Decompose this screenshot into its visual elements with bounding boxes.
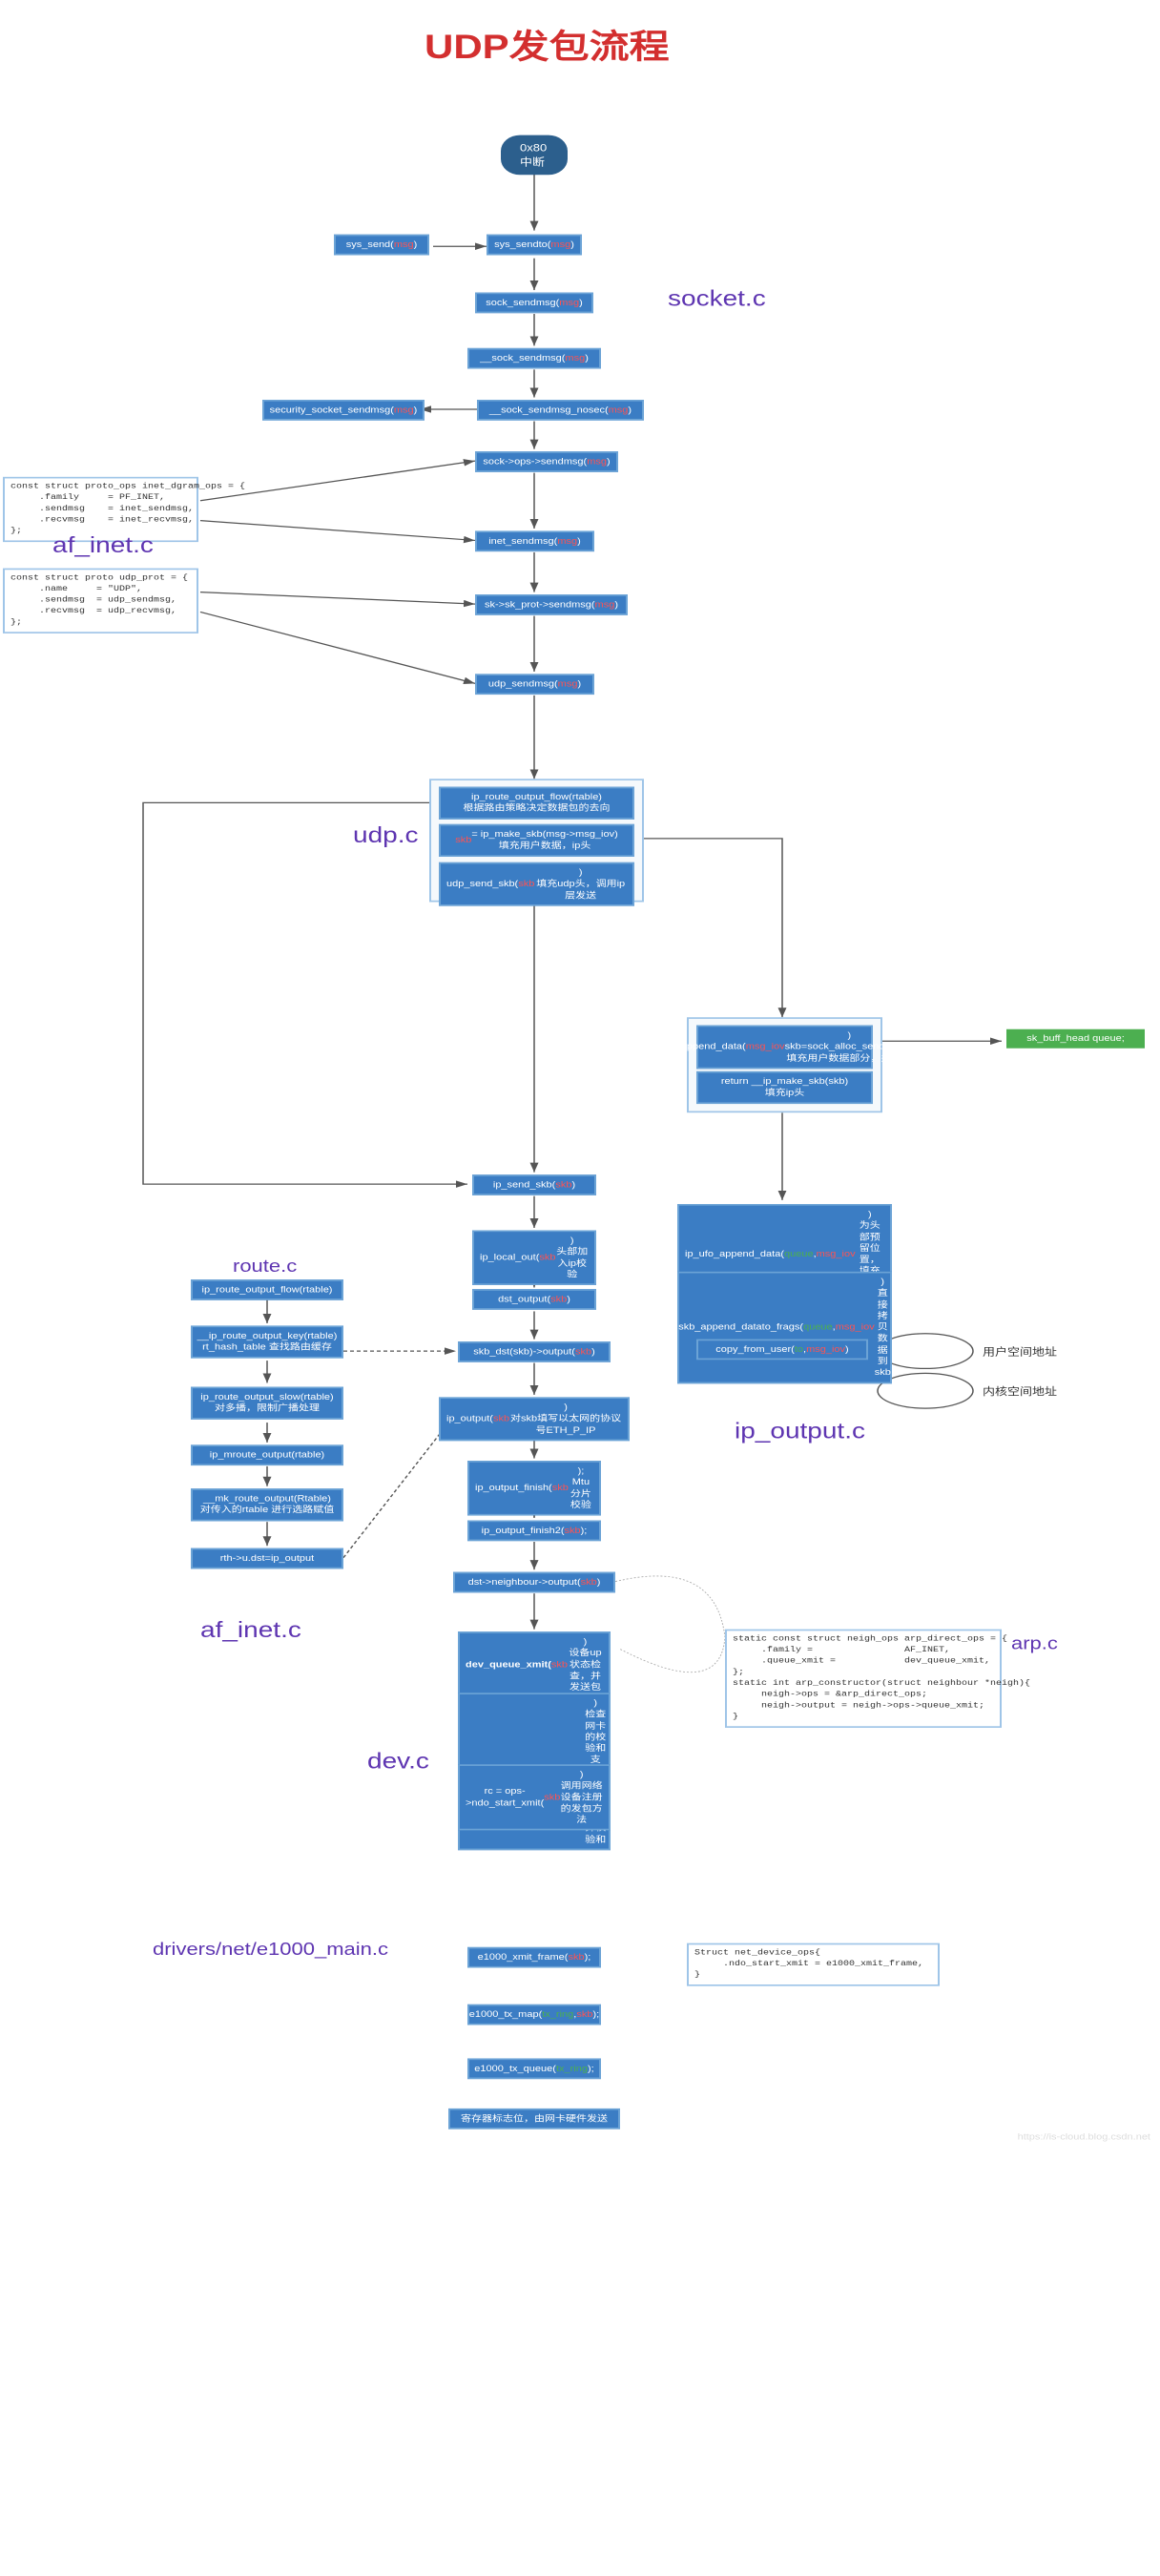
node-e1000-tx-map: e1000_tx_map(tx_ring,skb);: [467, 2005, 601, 2025]
node-e1000-xmit: e1000_xmit_frame(skb);: [467, 1947, 601, 1968]
code-net-device: Struct net_device_ops{ .ndo_start_xmit =…: [687, 1943, 940, 1986]
label-e1000: drivers/net/e1000_main.c: [153, 1940, 388, 1961]
node-final: 寄存器标志位，由网卡硬件发送: [448, 2109, 620, 2129]
node-e1000-tx-queue: e1000_tx_queue(tx_ring);: [467, 2058, 601, 2079]
watermark: https://is-cloud.blog.csdn.net: [1018, 2132, 1150, 2142]
